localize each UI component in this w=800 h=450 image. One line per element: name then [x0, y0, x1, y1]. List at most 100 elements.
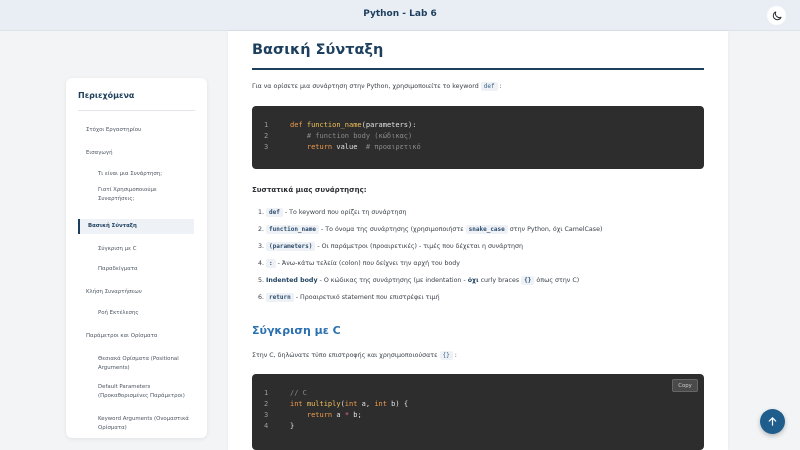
- list-item: 6. return - Προαιρετικό statement που επ…: [258, 293, 440, 302]
- toc-title: Περιεχόμενα: [78, 91, 135, 100]
- list-number: 2.: [258, 226, 265, 233]
- code-token: return: [306, 143, 333, 151]
- intro-paragraph: Για να ορίσετε μια συνάρτηση στην Python…: [252, 82, 502, 91]
- inline-code: def: [266, 208, 283, 217]
- list-text: curly braces: [480, 277, 520, 284]
- list-text: στην Python, όχι CamelCase): [509, 226, 603, 233]
- list-number: 6.: [258, 294, 265, 301]
- line-number: 3: [264, 411, 269, 419]
- code-token: b) {: [386, 400, 409, 408]
- line-number: 2: [264, 400, 269, 408]
- moon-icon: [772, 11, 781, 20]
- line-number: 4: [264, 422, 269, 430]
- inline-code: :: [266, 259, 276, 268]
- code-line: 1 // C: [264, 388, 307, 399]
- list-item: 5. Indented body - Ο κώδικας της συνάρτη…: [258, 276, 580, 285]
- c-intro-text: Στην C, δηλώνατε τύπο επιστροφής και χρη…: [252, 352, 438, 359]
- inline-code: return: [266, 293, 294, 302]
- list-text: - Ο κώδικας της συνάρτησης (με indentati…: [317, 277, 466, 284]
- toc-item[interactable]: Ροή Εκτέλεσης: [98, 309, 194, 318]
- code-token: b;: [349, 411, 362, 419]
- components-heading: Συστατικά μιας συνάρτησης:: [252, 186, 367, 194]
- theme-toggle-button[interactable]: [767, 6, 786, 25]
- code-line: 2 # function body (κώδικας): [264, 131, 412, 142]
- code-token: int: [344, 400, 358, 408]
- list-number: 1.: [258, 209, 265, 216]
- inline-code: snake_case: [465, 225, 508, 234]
- toc-item[interactable]: Keyword Arguments (Ονομαστικά Ορίσματα): [98, 415, 194, 432]
- bold-term: Indented body: [266, 277, 318, 284]
- list-item: 1. def - Το keyword που ορίζει τη συνάρτ…: [258, 208, 407, 217]
- toc-item[interactable]: Σύγκριση με C: [98, 245, 194, 254]
- bold-term: όχι: [467, 277, 479, 284]
- toc-item[interactable]: Θεσιακά Ορίσματα (Positional Arguments): [98, 355, 194, 372]
- code-token: value: [332, 143, 366, 151]
- toc-item[interactable]: Στόχοι Εργαστηρίου: [86, 126, 196, 135]
- copy-button[interactable]: Copy: [672, 379, 698, 392]
- code-token: # προαιρετικό: [365, 143, 421, 151]
- list-text: - Το keyword που ορίζει τη συνάρτηση: [282, 209, 407, 216]
- code-token: function_name: [306, 121, 362, 129]
- line-number: 1: [264, 121, 269, 129]
- toc-item[interactable]: Κλήση Συναρτήσεων: [86, 288, 196, 297]
- list-number: 5.: [258, 277, 265, 284]
- list-item: 4. : - Άνω-κάτω τελεία (colon) που δείχν…: [258, 259, 461, 268]
- code-token: // C: [290, 389, 307, 397]
- list-text: όπως στην C): [536, 277, 580, 284]
- toc-item[interactable]: Παράμετροι και Ορίσματα: [86, 332, 196, 341]
- toc-item[interactable]: Γιατί Χρησιμοποιούμε Συναρτήσεις;: [98, 186, 194, 203]
- code-line: 2 int multiply(int a, int b) {: [264, 399, 408, 410]
- code-token: multiply: [306, 400, 341, 408]
- section-title-c-comparison: Σύγκριση με C: [252, 324, 341, 337]
- list-number: 3.: [258, 243, 265, 250]
- list-text: - Προαιρετικό statement που επιστρέφει τ…: [293, 294, 440, 301]
- arrow-up-icon: [768, 417, 777, 426]
- page-title: Βασική Σύνταξη: [252, 42, 384, 58]
- code-line: 4}: [264, 421, 294, 432]
- toc-item[interactable]: Βασική Σύνταξη: [78, 219, 194, 234]
- list-item: 2. function_name - Το όνομα της συνάρτησ…: [258, 225, 603, 234]
- code-token: a,: [357, 400, 375, 408]
- title-underline: [252, 68, 704, 70]
- table-of-contents: Περιεχόμενα Στόχοι Εργαστηρίου Εισαγωγή Τι…: [66, 78, 207, 438]
- code-token: int: [374, 400, 387, 408]
- code-token: def: [290, 121, 307, 129]
- c-comparison-paragraph: Στην C, δηλώνατε τύπο επιστροφής και χρη…: [252, 351, 457, 360]
- intro-text-end: :: [499, 83, 502, 90]
- inline-code: function_name: [266, 225, 319, 234]
- line-number: 1: [264, 389, 269, 397]
- code-line: 3 return a * b;: [264, 410, 362, 421]
- toc-item[interactable]: Εισαγωγή: [86, 149, 196, 158]
- list-item: 3. (parameters) - Οι παράμετροι (προαιρε…: [258, 242, 524, 251]
- list-text: - Οι παράμετροι (προαιρετικές) - τιμές π…: [315, 243, 524, 250]
- code-token: # function body (κώδικας): [306, 132, 413, 140]
- top-bar: Python - Lab 6: [0, 0, 800, 31]
- line-number: 3: [264, 143, 269, 151]
- toc-item[interactable]: Default Parameters (Προκαθορισμένες Παρά…: [98, 383, 194, 400]
- inline-code: {}: [439, 351, 453, 360]
- intro-text: Για να ορίσετε μια συνάρτηση στην Python…: [252, 83, 479, 90]
- list-number: 4.: [258, 260, 265, 267]
- toc-item[interactable]: Τι είναι μια Συνάρτηση;: [98, 170, 194, 179]
- toc-item[interactable]: Παραδείγματα: [98, 265, 194, 274]
- code-token: int: [290, 400, 307, 408]
- page-header-title: Python - Lab 6: [363, 9, 437, 19]
- scroll-to-top-button[interactable]: [760, 409, 785, 434]
- code-token: return: [306, 411, 333, 419]
- main-content: Βασική Σύνταξη Για να ορίσετε μια συνάρτ…: [228, 31, 728, 450]
- code-token: a: [332, 411, 345, 419]
- list-text: - Άνω-κάτω τελεία (colon) που δείχνει τη…: [275, 260, 461, 267]
- list-text: - Το όνομα της συνάρτησης (χρησιμοποιήστ…: [319, 226, 464, 233]
- inline-code: (parameters): [266, 242, 316, 251]
- code-line: 3 return value # προαιρετικό: [264, 142, 421, 153]
- c-intro-text-end: :: [454, 352, 457, 359]
- code-token: (parameters):: [361, 121, 417, 129]
- inline-code: def: [480, 82, 498, 91]
- code-token: }: [290, 422, 295, 430]
- line-number: 2: [264, 132, 269, 140]
- code-line: 1 def function_name(parameters):: [264, 120, 416, 131]
- code-block-c: Copy 1// C 2 int multiply(int a, int b) {3…: [252, 374, 704, 450]
